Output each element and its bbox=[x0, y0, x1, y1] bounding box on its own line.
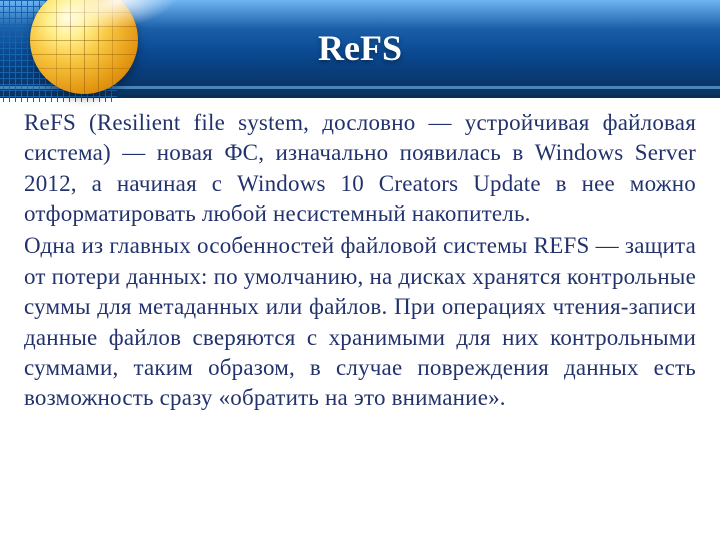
globe-illustration bbox=[2, 0, 152, 142]
page-title: ReFS bbox=[318, 27, 402, 69]
slide-body: ReFS (Resilient file system, дословно — … bbox=[0, 98, 720, 414]
paragraph-feature: Одна из главных особенностей файловой си… bbox=[24, 231, 696, 413]
slide-header: ReFS bbox=[0, 0, 720, 98]
